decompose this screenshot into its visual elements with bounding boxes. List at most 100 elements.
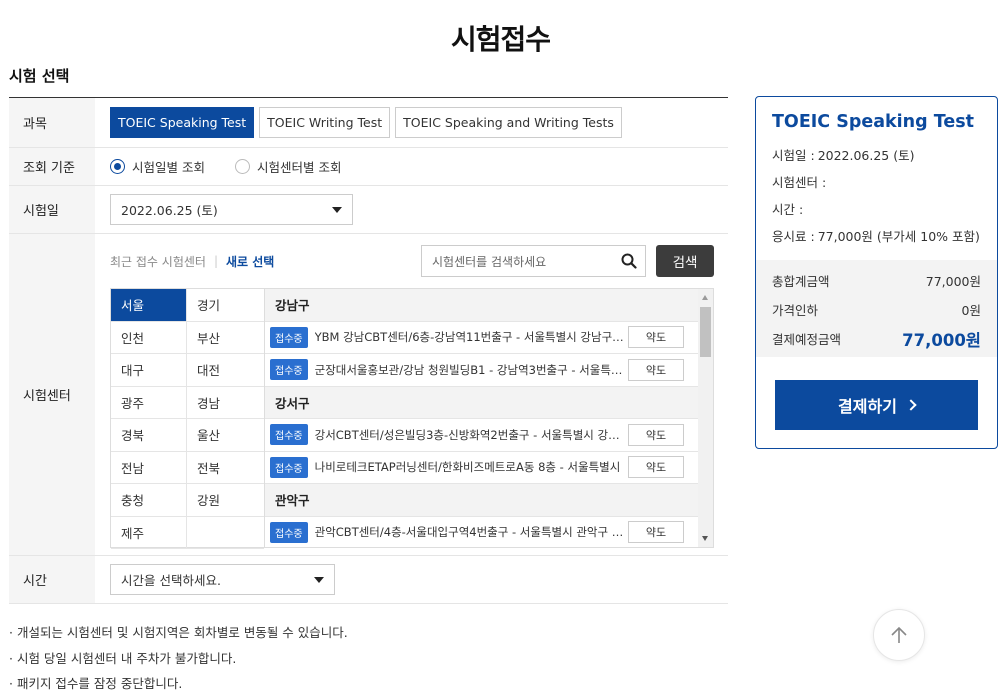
region-item[interactable]: 경남 [187,387,264,419]
status-badge: 접수중 [270,326,308,348]
search-icon[interactable] [621,253,637,269]
region-item[interactable]: 부산 [187,322,264,354]
exam-date-select[interactable]: 2022.06.25 (토) [110,194,353,225]
region-list: 서울 경기 인천 부산 대구 대전 광주 경남 경북 울산 전남 전북 충청 강… [111,289,265,549]
scroll-up-arrow-icon[interactable] [702,295,708,300]
chevron-right-icon [905,399,917,411]
total-label: 총합계금액 [772,274,830,289]
divider: | [213,254,218,268]
page-title: 시험접수 [450,23,551,56]
exam-date-label: 시험일 [9,186,95,233]
center-item[interactable]: 접수중 강서CBT센터/성은빌딩3층-신방화역2번출구 - 서울특별시 강서구 … [265,419,698,452]
summary-center: 시험센터 : [772,169,997,196]
region-item[interactable]: 서울 [111,289,187,322]
notice-item: 패키지 접수를 잠정 중단합니다. [9,671,348,697]
caret-down-icon [332,206,342,213]
region-item[interactable]: 충청 [111,484,187,517]
map-button[interactable]: 약도 [628,456,684,479]
summary-date-value: 2022.06.25 (토) [817,148,915,163]
exam-date-row: 시험일 2022.06.25 (토) [9,186,728,234]
summary-time-label: 시간 : [772,202,804,217]
subject-speaking-writing-chip[interactable]: TOEIC Speaking and Writing Tests [395,107,622,138]
scroll-down-arrow-icon[interactable] [702,536,708,541]
time-placeholder: 시간을 선택하세요. [121,573,221,588]
region-item[interactable]: 강원 [187,484,264,517]
radio-selected-icon [110,159,125,174]
radio-empty-icon [234,159,250,174]
summary-time: 시간 : [772,196,997,223]
center-item[interactable]: 접수중 나비로테크ETAP러닝센터/한화비즈메트로A동 8층 - 서울특별시 약… [265,452,698,484]
center-list-scrollbar[interactable] [698,289,713,547]
center-item[interactable]: 접수중 관악CBT센터/4층-서울대입구역4번출구 - 서울특별시 관악구 남부… [265,517,698,548]
center-search-placeholder: 시험센터를 검색하세요 [432,254,547,269]
radio-by-date[interactable]: 시험일별 조회 [110,157,205,176]
scroll-to-top-button[interactable] [873,609,925,661]
map-button[interactable]: 약도 [628,358,684,381]
district-header: 강서구 [265,386,698,419]
discount-label: 가격인하 [772,303,819,318]
region-item[interactable]: 인천 [111,321,187,354]
total-value: 77,000원 [925,274,981,289]
region-item[interactable]: 대전 [187,354,264,387]
status-badge: 접수중 [270,521,308,543]
notice-item: 시험 당일 시험센터 내 주차가 불가합니다. [9,646,348,672]
region-item[interactable]: 광주 [111,386,187,419]
caret-down-icon [314,576,324,583]
region-item[interactable]: 울산 [187,419,264,452]
center-search-input[interactable]: 시험센터를 검색하세요 [421,245,646,277]
region-item[interactable]: 전북 [187,452,264,484]
final-label: 결제예정금액 [772,332,842,347]
radio-by-date-label: 시험일별 조회 [132,160,205,175]
notice-list: 개설되는 시험센터 및 시험지역은 회차별로 변동될 수 있습니다. 시험 당일… [9,620,348,697]
summary-date-label: 시험일 : [772,148,815,163]
region-item[interactable]: 대구 [111,354,187,387]
subject-row: 과목 TOEIC Speaking Test TOEIC Writing Tes… [9,98,728,148]
status-badge: 접수중 [270,359,308,381]
arrow-up-icon [891,626,907,643]
center-picker: 서울 경기 인천 부산 대구 대전 광주 경남 경북 울산 전남 전북 충청 강… [110,288,714,549]
center-row: 시험센터 최근 접수 시험센터 | 새로 선택 시험센터를 검색하세요 검색 서… [9,234,728,556]
center-label: 시험센터 [9,234,95,555]
center-name[interactable]: 군장대서울홍보관/강남 청원빌딩B1 - 강남역3번출구 - 서울특별시 강남구 [315,362,625,378]
map-button[interactable]: 약도 [628,521,684,544]
notice-item: 개설되는 시험센터 및 시험지역은 회차별로 변동될 수 있습니다. [9,620,348,646]
pay-button[interactable]: 결제하기 [775,380,978,430]
new-select-link[interactable]: 새로 선택 [226,253,274,270]
final-value: 77,000원 [902,330,981,350]
summary-center-label: 시험센터 : [772,175,827,190]
map-button[interactable]: 약도 [628,326,684,349]
map-button[interactable]: 약도 [628,423,684,446]
time-select[interactable]: 시간을 선택하세요. [110,564,335,595]
center-item[interactable]: 접수중 군장대서울홍보관/강남 청원빌딩B1 - 강남역3번출구 - 서울특별시… [265,354,698,387]
subject-speaking-chip[interactable]: TOEIC Speaking Test [110,107,255,138]
time-row: 시간 시간을 선택하세요. [9,556,728,604]
order-summary: TOEIC Speaking Test 시험일 :2022.06.25 (토) … [755,96,998,449]
exam-date-value: 2022.06.25 (토) [121,203,218,218]
summary-fee: 응시료 :77,000원 (부가세 10% 포함) [772,223,997,250]
criteria-label: 조회 기준 [9,148,95,185]
discount-value: 0원 [961,303,981,318]
search-button[interactable]: 검색 [656,245,714,277]
scroll-thumb[interactable] [700,307,711,357]
radio-by-center-label: 시험센터별 조회 [256,160,342,175]
center-name[interactable]: 강서CBT센터/성은빌딩3층-신방화역2번출구 - 서울특별시 강서구 [315,427,625,443]
summary-totals: 총합계금액 77,000원 가격인하 0원 결제예정금액 77,000원 [756,260,997,357]
section-title: 시험 선택 [9,67,70,85]
center-item[interactable]: 접수중 YBM 강남CBT센터/6층-강남역11번출구 - 서울특별시 강남구 … [265,322,698,354]
center-name[interactable]: 나비로테크ETAP러닝센터/한화비즈메트로A동 8층 - 서울특별시 [315,459,625,475]
radio-by-center[interactable]: 시험센터별 조회 [234,157,342,176]
summary-title: TOEIC Speaking Test [772,112,975,132]
status-badge: 접수중 [270,424,308,446]
region-item[interactable]: 제주 [111,516,187,549]
center-name[interactable]: YBM 강남CBT센터/6층-강남역11번출구 - 서울특별시 강남구 테헤란로 [315,329,625,345]
subject-writing-chip[interactable]: TOEIC Writing Test [259,107,391,138]
center-list: 강남구 접수중 YBM 강남CBT센터/6층-강남역11번출구 - 서울특별시 … [265,289,713,547]
region-item[interactable]: 경기 [187,289,264,322]
region-item-empty [187,517,264,549]
district-header: 강남구 [265,289,698,322]
region-item[interactable]: 전남 [111,451,187,484]
exam-selection-form: 과목 TOEIC Speaking Test TOEIC Writing Tes… [9,97,728,604]
criteria-row: 조회 기준 시험일별 조회 시험센터별 조회 [9,148,728,186]
center-name[interactable]: 관악CBT센터/4층-서울대입구역4번출구 - 서울특별시 관악구 남부순환로 [315,524,625,540]
region-item[interactable]: 경북 [111,419,187,452]
